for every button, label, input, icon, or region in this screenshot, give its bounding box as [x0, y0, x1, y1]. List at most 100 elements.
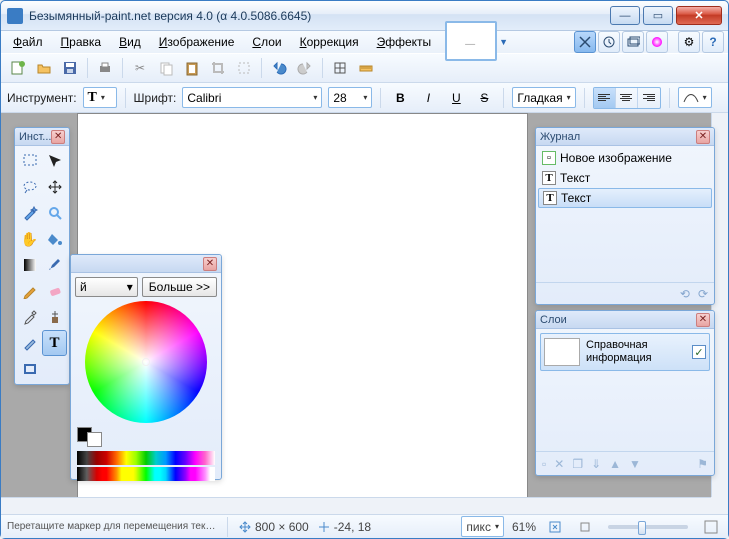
tool-move-pixels[interactable]	[43, 175, 66, 199]
menu-adjust[interactable]: Коррекция	[292, 33, 367, 51]
titlebar[interactable]: Безымянный-paint.net версия 4.0 (α 4.0.5…	[1, 1, 728, 31]
layers-panel-close[interactable]: ✕	[696, 313, 710, 327]
tool-pan[interactable]: ✋	[18, 227, 41, 251]
tool-move-selection[interactable]	[43, 149, 66, 173]
undo-all-icon[interactable]: ⟲	[680, 287, 690, 301]
save-button[interactable]	[59, 57, 81, 79]
open-button[interactable]	[33, 57, 55, 79]
help-button[interactable]: ?	[702, 31, 724, 53]
history-panel-header[interactable]: Журнал ✕	[536, 128, 714, 146]
underline-button[interactable]: U	[445, 87, 467, 109]
ruler-button[interactable]	[355, 57, 377, 79]
italic-button[interactable]: I	[417, 87, 439, 109]
print-button[interactable]	[94, 57, 116, 79]
redo-button[interactable]	[294, 57, 316, 79]
units-selector[interactable]: пикс▾	[461, 516, 504, 537]
zoom-fit-button[interactable]	[544, 516, 566, 538]
layers-panel-header[interactable]: Слои ✕	[536, 311, 714, 329]
tool-text[interactable]: T	[43, 331, 66, 355]
tool-fill[interactable]	[43, 227, 66, 251]
tool-selector[interactable]: T▾	[83, 87, 117, 108]
image-thumb[interactable]	[445, 21, 497, 61]
minimize-button[interactable]: —	[610, 6, 640, 25]
delete-layer-icon[interactable]: ✕	[554, 457, 564, 471]
menu-file[interactable]: Файл	[5, 33, 51, 51]
history-item[interactable]: T Текст	[538, 168, 712, 188]
paste-button[interactable]	[181, 57, 203, 79]
colors-panel-header[interactable]: ✕	[71, 255, 221, 273]
more-button[interactable]: Больше >>	[142, 277, 217, 297]
copy-button[interactable]	[155, 57, 177, 79]
new-button[interactable]	[7, 57, 29, 79]
tool-zoom[interactable]	[43, 201, 66, 225]
tools-panel[interactable]: Инст... ✕ ✋ T	[14, 127, 70, 385]
layer-item[interactable]: Справочная информация ✓	[540, 333, 710, 371]
crop-button[interactable]	[207, 57, 229, 79]
font-size-selector[interactable]: 28▾	[328, 87, 372, 108]
colors-panel-close[interactable]: ✕	[203, 257, 217, 271]
align-center-button[interactable]	[616, 88, 638, 108]
menu-layers[interactable]: Слои	[244, 33, 289, 51]
palette-row2[interactable]	[77, 467, 215, 481]
strike-button[interactable]: S	[473, 87, 495, 109]
add-layer-icon[interactable]: ▫	[542, 457, 546, 471]
history-panel-close[interactable]: ✕	[696, 130, 710, 144]
menu-edit[interactable]: Правка	[53, 33, 110, 51]
colors-panel[interactable]: ✕ й▾ Больше >>	[70, 254, 222, 480]
history-item[interactable]: T Текст	[538, 188, 712, 208]
color-wheel[interactable]	[85, 301, 207, 423]
primary-secondary-selector[interactable]: й▾	[75, 277, 138, 297]
tool-clone[interactable]	[43, 305, 66, 329]
tool-wand[interactable]	[18, 201, 41, 225]
layers-panel[interactable]: Слои ✕ Справочная информация ✓ ▫ ✕ ❐ ⇓ ▲…	[535, 310, 715, 476]
menu-effects[interactable]: Эффекты	[369, 33, 440, 51]
tools-panel-close[interactable]: ✕	[51, 130, 65, 144]
menu-view[interactable]: Вид	[111, 33, 149, 51]
tool-eraser[interactable]	[43, 279, 66, 303]
settings-button[interactable]: ⚙	[678, 31, 700, 53]
secondary-swatch[interactable]	[87, 432, 102, 447]
undo-button[interactable]	[268, 57, 290, 79]
tool-rect-select[interactable]	[18, 149, 41, 173]
maximize-button[interactable]: ▭	[643, 6, 673, 25]
tool-shape[interactable]	[18, 357, 41, 381]
align-right-button[interactable]	[638, 88, 660, 108]
layer-props-icon[interactable]: ⚑	[697, 457, 708, 471]
zoom-slider[interactable]	[608, 525, 688, 529]
merge-layer-icon[interactable]: ⇓	[591, 457, 601, 471]
image-list-chevron-icon[interactable]: ▼	[499, 37, 508, 47]
zoom-in-button[interactable]	[700, 516, 722, 538]
tool-pencil[interactable]	[18, 279, 41, 303]
cut-button[interactable]: ✂	[129, 57, 151, 79]
colors-window-toggle[interactable]	[646, 31, 668, 53]
layer-visible-checkbox[interactable]: ✓	[692, 345, 706, 359]
menu-image[interactable]: Изображение	[151, 33, 243, 51]
palette-row1[interactable]	[77, 451, 215, 465]
tool-gradient[interactable]	[18, 253, 41, 277]
close-button[interactable]: ✕	[676, 6, 722, 25]
layers-window-toggle[interactable]	[622, 31, 644, 53]
tool-lasso[interactable]	[18, 175, 41, 199]
history-item[interactable]: ▫ Новое изображение	[538, 148, 712, 168]
align-left-button[interactable]	[594, 88, 616, 108]
zoom-out-button[interactable]	[574, 516, 596, 538]
tools-window-toggle[interactable]	[574, 31, 596, 53]
tools-panel-header[interactable]: Инст... ✕	[15, 128, 69, 146]
duplicate-layer-icon[interactable]: ❐	[572, 457, 583, 471]
tool-picker[interactable]	[18, 305, 41, 329]
tool-brush[interactable]	[43, 253, 66, 277]
bold-button[interactable]: B	[389, 87, 411, 109]
zoom-slider-thumb[interactable]	[638, 521, 646, 535]
deselect-button[interactable]	[233, 57, 255, 79]
layer-down-icon[interactable]: ▼	[629, 457, 641, 471]
blend-selector[interactable]: ▾	[678, 87, 712, 108]
horizontal-scrollbar[interactable]	[1, 497, 711, 514]
grid-button[interactable]	[329, 57, 351, 79]
redo-all-icon[interactable]: ⟳	[698, 287, 708, 301]
aa-mode[interactable]: Гладкая▾	[512, 87, 575, 108]
tool-recolor[interactable]	[18, 331, 41, 355]
font-selector[interactable]: Calibri▾	[182, 87, 322, 108]
history-window-toggle[interactable]	[598, 31, 620, 53]
history-panel[interactable]: Журнал ✕ ▫ Новое изображение T Текст T Т…	[535, 127, 715, 305]
layer-up-icon[interactable]: ▲	[609, 457, 621, 471]
